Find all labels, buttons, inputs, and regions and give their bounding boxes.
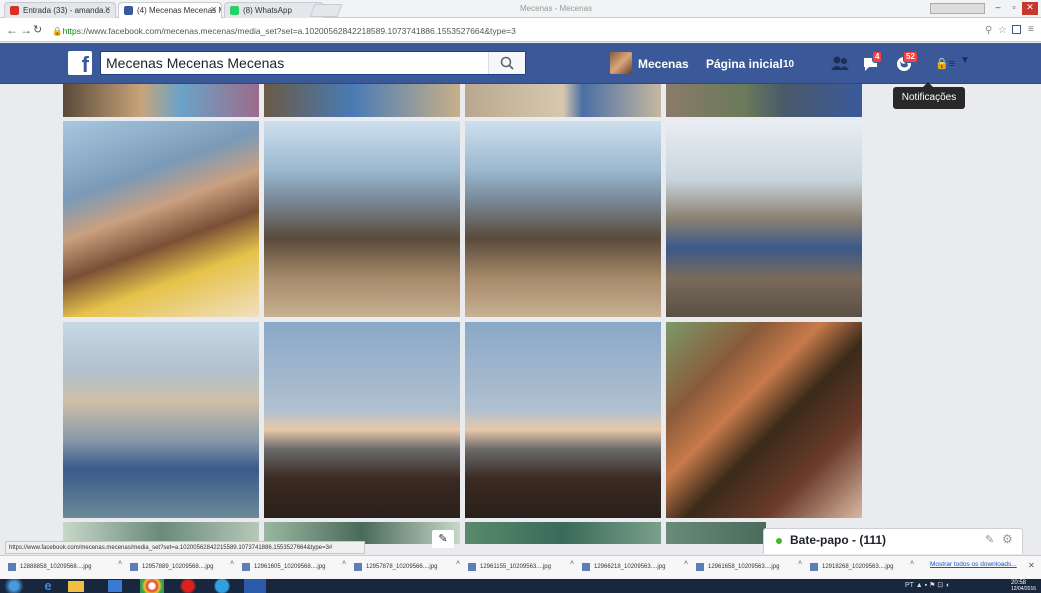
photo-thumbnail[interactable] [666, 84, 862, 117]
new-tab-button[interactable] [309, 4, 343, 17]
notifications-badge: 52 [903, 51, 918, 63]
download-item[interactable]: 12888858_10209568....jpg [6, 560, 91, 574]
photo-thumbnail[interactable] [264, 121, 460, 317]
photo-thumbnail[interactable] [264, 322, 460, 518]
download-item[interactable]: 12966218_10209563....jpg [580, 560, 665, 574]
opera-icon[interactable] [176, 579, 200, 593]
gmail-icon [10, 6, 19, 15]
notifications-tooltip: Notificações [893, 82, 965, 109]
facebook-logo-icon[interactable]: f [68, 51, 92, 75]
download-item[interactable]: 12961155_10209563....jpg [466, 560, 551, 574]
chevron-up-icon[interactable]: ˄ [684, 560, 688, 567]
chevron-up-icon[interactable]: ˄ [456, 560, 460, 567]
photo-thumbnail[interactable] [666, 322, 862, 518]
chevron-up-icon[interactable]: ˄ [230, 560, 234, 567]
download-item[interactable]: 12961658_10209563....jpg [694, 560, 779, 574]
window-title: Mecenas - Mecenas [520, 4, 593, 13]
photo-thumbnail[interactable] [264, 84, 460, 117]
skype-icon[interactable] [210, 579, 234, 593]
privacy-shortcuts-icon[interactable]: 🔒≡ [935, 57, 955, 70]
internet-explorer-icon[interactable]: e [36, 579, 60, 593]
menu-icon[interactable]: ≡ [1028, 24, 1034, 35]
messages-badge: 4 [872, 51, 883, 63]
photo-thumbnail[interactable] [63, 121, 259, 317]
close-downloads-icon[interactable]: ✕ [1028, 561, 1035, 570]
back-icon[interactable]: ← [6, 23, 18, 37]
friend-requests-icon[interactable] [829, 54, 851, 74]
chevron-up-icon[interactable]: ˄ [118, 560, 122, 567]
messages-icon[interactable]: 4 [861, 51, 883, 74]
photo-thumbnail[interactable] [465, 121, 661, 317]
facebook-tab-icon [124, 6, 133, 15]
chevron-up-icon[interactable]: ˄ [342, 560, 346, 567]
file-explorer-icon[interactable] [68, 581, 84, 592]
new-message-icon[interactable]: ✎ [985, 533, 994, 546]
lock-icon: 🔒 [52, 26, 63, 36]
profile-link[interactable]: Mecenas [638, 57, 689, 71]
photo-thumbnail[interactable] [63, 84, 259, 117]
taskbar-clock[interactable]: 20:58 12/04/2016 [1011, 580, 1036, 592]
status-bar-url: https://www.facebook.com/mecenas.mecenas… [5, 541, 365, 554]
photo-thumbnail[interactable] [666, 522, 766, 544]
online-status-icon [776, 538, 782, 544]
search-button[interactable] [488, 52, 525, 74]
avatar[interactable] [610, 52, 632, 74]
close-tab-icon[interactable]: ✕ [104, 5, 111, 14]
notifications-icon[interactable]: 52 [894, 51, 918, 74]
url-input[interactable]: 🔒https://www.facebook.com/mecenas.mecena… [52, 24, 982, 39]
tab-facebook[interactable]: (4) Mecenas Mecenas M ✕ [118, 2, 222, 18]
start-button-icon[interactable] [2, 579, 26, 593]
chevron-down-icon[interactable]: ▼ [960, 55, 970, 66]
search-value: Mecenas Mecenas Mecenas [106, 55, 285, 71]
download-item[interactable]: 12961605_10209568....jpg [240, 560, 325, 574]
photo-thumbnail[interactable] [63, 322, 259, 518]
close-window-button[interactable]: ✕ [1022, 2, 1038, 15]
reload-icon[interactable]: ↻ [33, 23, 42, 36]
home-link[interactable]: Página inicial [706, 57, 783, 71]
system-tray[interactable]: PT ▲ ▪ ⚑ ⊡ ◖ [905, 581, 1005, 591]
whatsapp-icon [230, 6, 239, 15]
profile-button[interactable] [930, 3, 985, 14]
download-item[interactable]: 12957889_10209568....jpg [128, 560, 213, 574]
tab-gmail[interactable]: Entrada (33) - amanda.c ✕ [4, 2, 116, 18]
chat-label: Bate-papo - (111) [790, 533, 887, 547]
download-item[interactable]: 12957878_10209566....jpg [352, 560, 437, 574]
gear-icon[interactable]: ⚙ [1002, 532, 1013, 546]
search-icon [500, 56, 514, 70]
word-icon[interactable] [244, 579, 266, 593]
download-item[interactable]: 12918268_10209563....jpg [808, 560, 893, 574]
media-player-icon[interactable] [108, 580, 122, 592]
photo-thumbnail[interactable] [465, 84, 661, 117]
photo-thumbnail[interactable] [465, 522, 661, 544]
star-icon[interactable]: ☆ [998, 25, 1007, 36]
close-tab-icon[interactable]: ✕ [210, 5, 217, 14]
chrome-icon[interactable] [140, 579, 164, 593]
forward-icon[interactable]: → [20, 23, 32, 37]
photo-thumbnail[interactable] [666, 121, 862, 317]
zoom-icon[interactable]: ⚲ [985, 25, 992, 36]
extension-icon[interactable] [1012, 25, 1021, 34]
minimize-button[interactable]: – [990, 2, 1006, 15]
chevron-up-icon[interactable]: ˄ [910, 560, 914, 567]
chevron-up-icon[interactable]: ˄ [570, 560, 574, 567]
home-count-badge: 10 [783, 59, 795, 70]
show-all-downloads-link[interactable]: Mostrar todos os downloads... [930, 561, 1017, 568]
maximize-button[interactable]: ▫ [1006, 2, 1022, 15]
photo-thumbnail[interactable] [465, 322, 661, 518]
chevron-up-icon[interactable]: ˄ [798, 560, 802, 567]
edit-pencil-icon[interactable]: ✎ [432, 530, 454, 548]
